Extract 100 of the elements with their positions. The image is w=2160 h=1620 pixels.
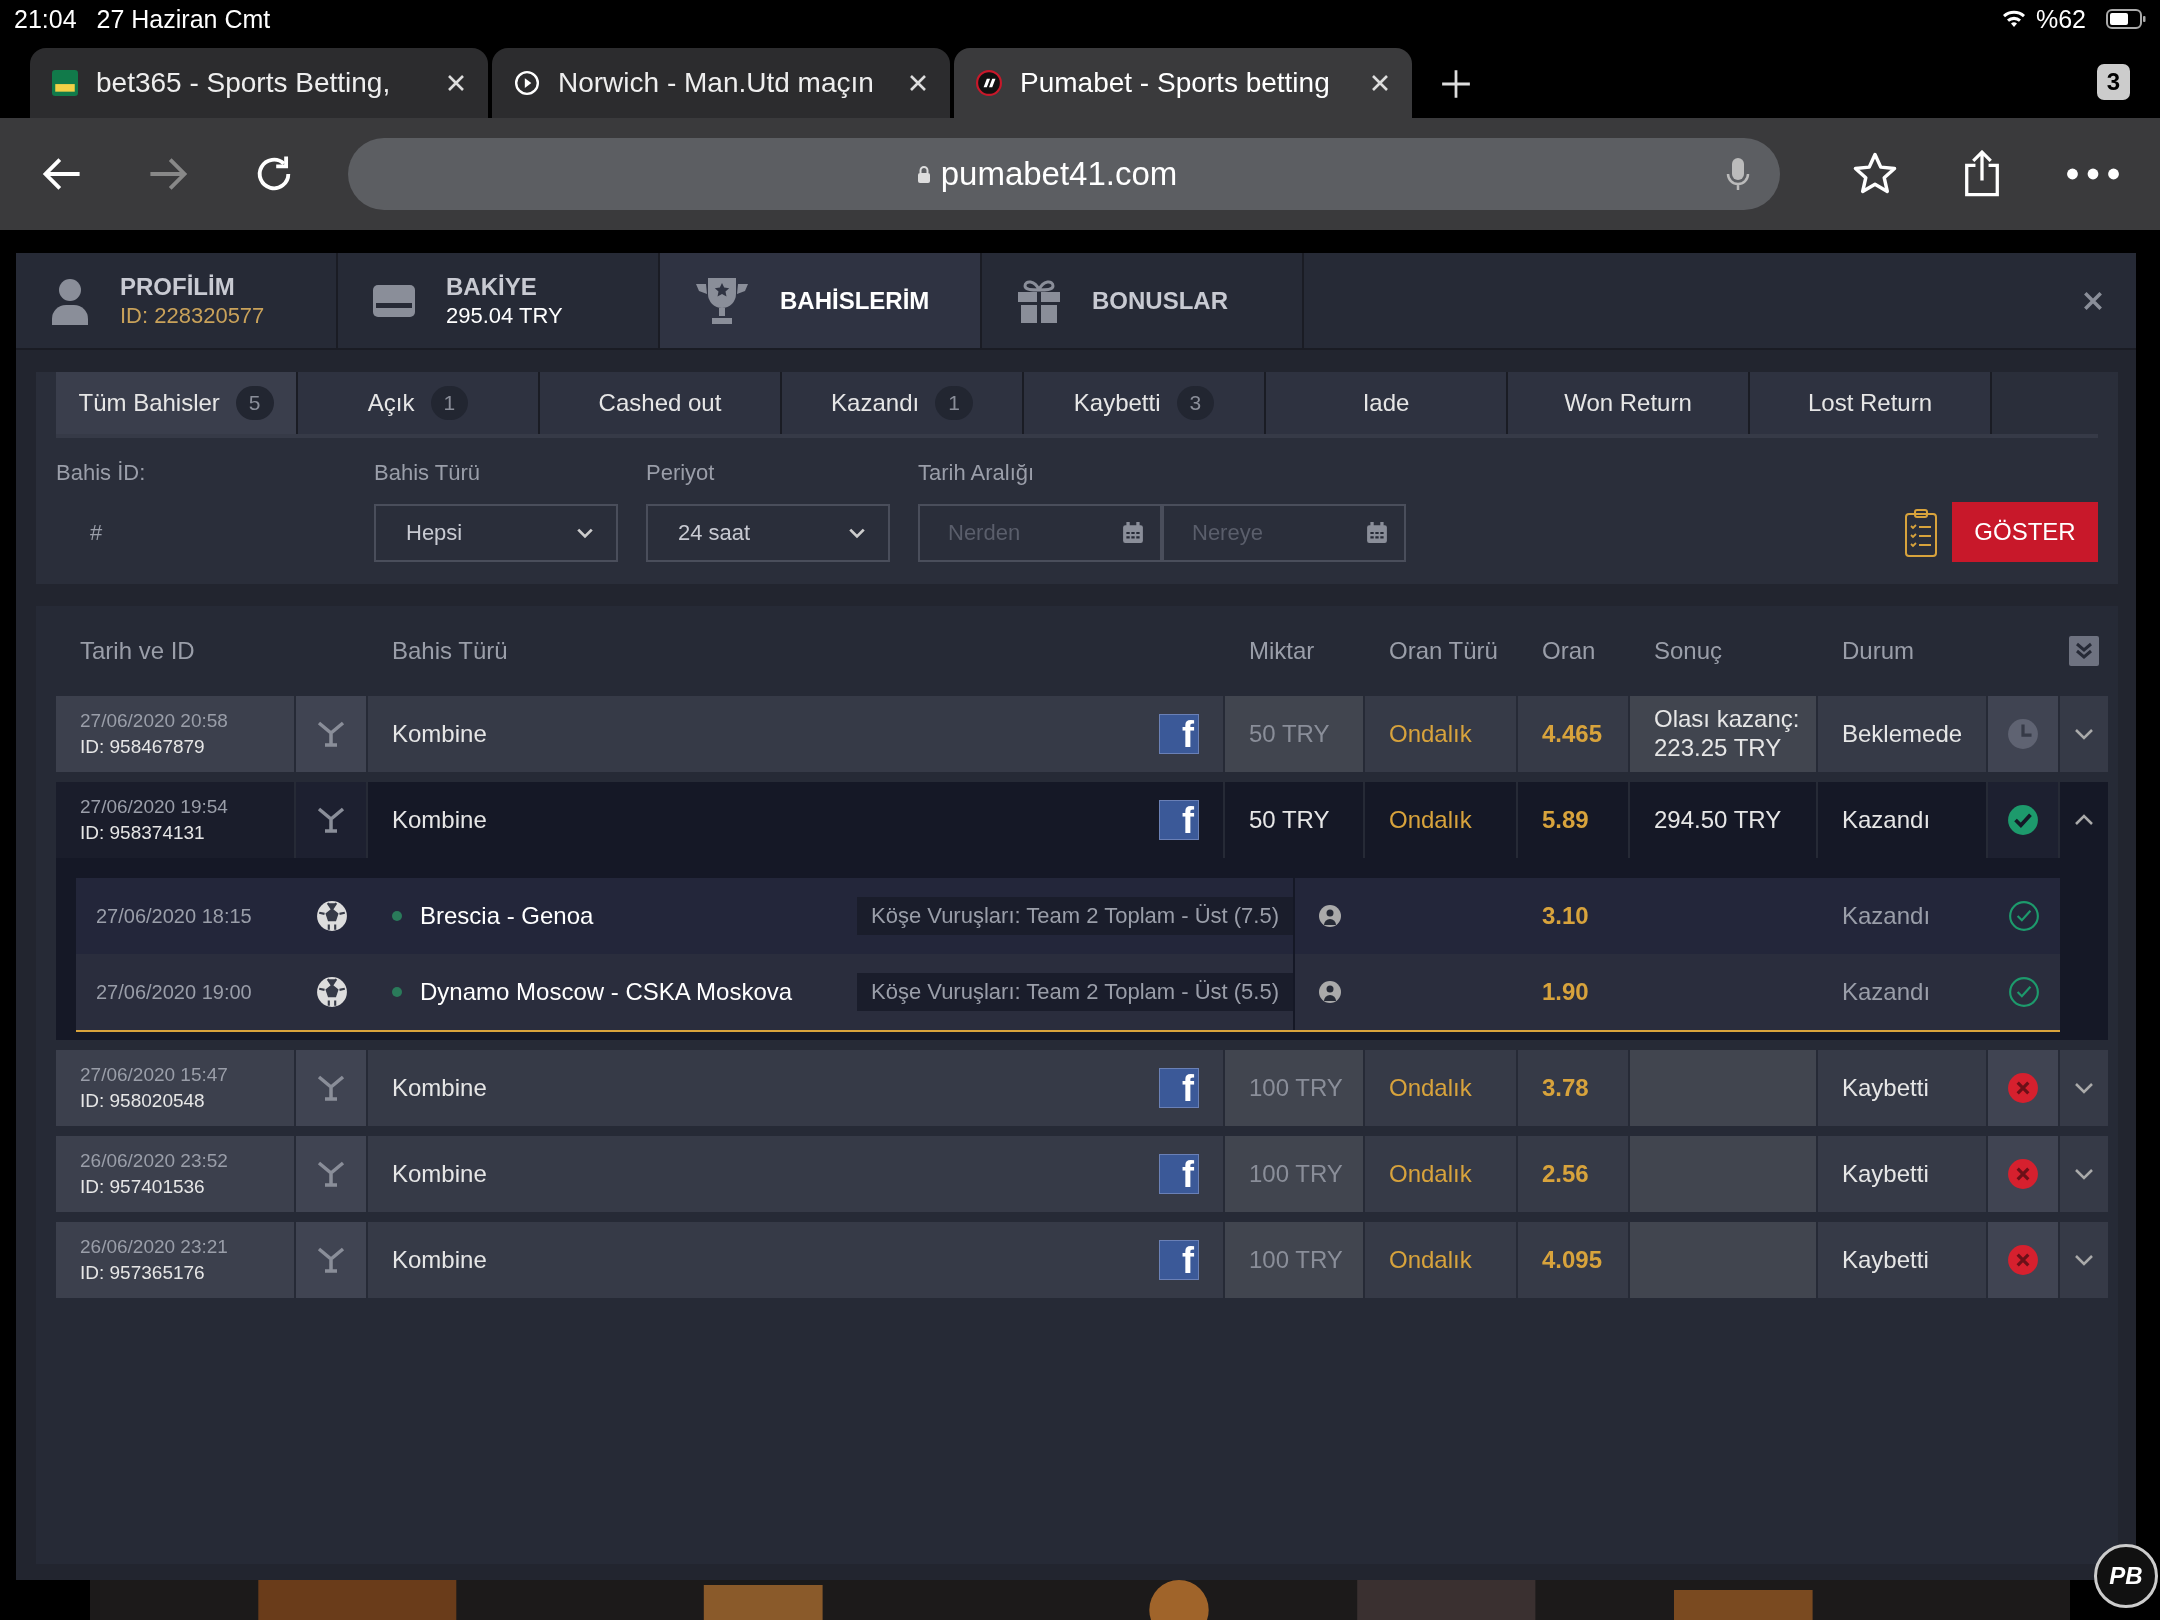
combo-icon — [316, 1073, 346, 1103]
column-header: Miktar — [1248, 637, 1316, 665]
column-header: Sonuç — [1653, 637, 1724, 665]
amount-cell: 100 TRY — [1225, 1222, 1365, 1298]
filter-tab[interactable]: Won Return — [1508, 372, 1750, 434]
date-id-cell: 27/06/2020 20:58 ID: 958467879 — [56, 696, 296, 772]
chevron-down-icon[interactable] — [2074, 728, 2094, 740]
date-id-cell: 26/06/2020 23:52 ID: 957401536 — [56, 1136, 296, 1212]
filter-tab[interactable]: Iade — [1266, 372, 1508, 434]
chevron-down-icon[interactable] — [2074, 1254, 2094, 1266]
battery-percent: %62 — [2035, 4, 2086, 34]
more-icon[interactable] — [2066, 167, 2120, 181]
filter-tab[interactable]: Lost Return — [1750, 372, 1992, 434]
cross-circle-icon — [2007, 1244, 2039, 1276]
match-name: Dynamo Moscow - CSKA Moskova — [420, 978, 793, 1006]
wallet-icon — [372, 282, 416, 319]
column-header: Bahis Türü — [391, 637, 509, 665]
combo-icon — [316, 1159, 346, 1189]
combo-icon — [316, 805, 346, 835]
filter-tab[interactable]: Kaybetti 3 — [1024, 372, 1266, 434]
account-tab[interactable]: PROFİLİM ID: 228320577 — [16, 253, 338, 348]
chevron-down-icon[interactable] — [2074, 1168, 2094, 1180]
odds-type-cell: Ondalık — [1365, 1050, 1518, 1126]
share-button[interactable]: f — [1159, 1068, 1199, 1108]
browser-tab[interactable]: Norwich - Man.Utd maçın — [492, 48, 950, 118]
chevron-down-icon — [576, 527, 594, 539]
clock-time: 21:04 — [14, 4, 77, 34]
account-tab[interactable]: BONUSLAR — [982, 253, 1304, 348]
close-icon[interactable] — [446, 73, 466, 93]
play-icon — [514, 70, 540, 96]
lock-icon — [916, 165, 931, 183]
result-cell: Olası kazanç: 223.25 TRY — [1630, 696, 1818, 772]
chevron-down-icon — [848, 527, 866, 539]
period-dropdown[interactable]: 24 saat — [646, 504, 890, 562]
tab-count[interactable]: 3 — [2096, 64, 2130, 100]
bet-type-text: Kombine — [392, 1246, 487, 1274]
filter-tab[interactable]: Tüm Bahisler 5 — [56, 372, 298, 434]
circle-logo-icon — [976, 70, 1002, 96]
bet-id-field[interactable]: # — [56, 504, 346, 562]
market-label: Köşe Vuruşları: Team 2 Toplam - Üst (7.5) — [857, 897, 1293, 935]
check-circle-icon — [2008, 900, 2040, 932]
close-icon[interactable] — [1370, 73, 1390, 93]
address-bar[interactable]: pumabet41.com — [348, 138, 1780, 210]
cross-circle-icon — [2007, 1072, 2039, 1104]
bet-type-text: Kombine — [392, 806, 487, 834]
account-tab[interactable]: BAHİSLERİM — [660, 253, 982, 348]
soccer-ball-icon — [316, 900, 348, 932]
close-icon[interactable] — [908, 73, 928, 93]
filter-tab[interactable]: Cashed out — [540, 372, 782, 434]
chevron-up-icon[interactable] — [2074, 814, 2094, 826]
share-button[interactable]: f — [1159, 1154, 1199, 1194]
collapse-all-button[interactable] — [2069, 636, 2099, 666]
clock-icon — [2007, 718, 2039, 750]
odds-cell-text: 1.90 — [1541, 977, 1590, 1007]
info-icon[interactable] — [1318, 980, 1342, 1004]
odds-cell-text: 3.10 — [1541, 901, 1590, 931]
battery-icon — [2106, 9, 2146, 29]
calendar-icon — [1122, 522, 1144, 544]
browser-tab[interactable]: bet365 - Sports Betting, — [30, 48, 488, 118]
column-header: Durum — [1841, 637, 1915, 665]
chevron-down-icon[interactable] — [2074, 1082, 2094, 1094]
close-icon[interactable] — [2082, 289, 2104, 312]
calendar-icon — [1366, 522, 1388, 544]
share-button[interactable]: f — [1159, 800, 1199, 840]
share-button[interactable]: f — [1159, 714, 1199, 754]
check-circle-icon — [2008, 976, 2040, 1008]
cross-circle-icon — [2007, 1158, 2039, 1190]
date-id-cell: 27/06/2020 19:54 ID: 958374131 — [56, 782, 296, 858]
field-label: Tarih Aralığı — [918, 460, 1036, 486]
status-cell-text: Kazandı — [1841, 901, 1932, 931]
new-tab-icon[interactable] — [1440, 68, 1472, 100]
info-icon[interactable] — [1318, 904, 1342, 928]
support-chat-button[interactable]: PB — [2094, 1544, 2158, 1608]
date-cell-text: 27/06/2020 18:15 — [95, 903, 253, 929]
odds-type-cell: Ondalık — [1365, 1222, 1518, 1298]
market-label: Köşe Vuruşları: Team 2 Toplam - Üst (5.5) — [857, 973, 1293, 1011]
odds-type-cell: Ondalık — [1365, 1136, 1518, 1212]
combo-icon — [316, 719, 346, 749]
bet-type-dropdown[interactable]: Hepsi — [374, 504, 618, 562]
amount-cell: 50 TRY — [1225, 696, 1365, 772]
combo-icon — [316, 1245, 346, 1275]
trophy-icon — [694, 275, 750, 326]
browser-tab[interactable]: Pumabet - Sports betting — [954, 48, 1412, 118]
column-header: Oran — [1541, 637, 1597, 665]
check-circle-icon — [2007, 804, 2039, 836]
field-label: Bahis İD: — [56, 460, 147, 486]
status-dot — [392, 987, 402, 997]
share-button[interactable]: f — [1159, 1240, 1199, 1280]
status-cell-text: Kazandı — [1841, 977, 1932, 1007]
wifi-icon — [2001, 10, 2026, 28]
bet-type-text: Kombine — [392, 1160, 487, 1188]
field-label: Bahis Türü — [374, 460, 481, 486]
microphone-icon[interactable] — [1726, 156, 1750, 192]
date-id-cell: 26/06/2020 23:21 ID: 957365176 — [56, 1222, 296, 1298]
show-button[interactable]: GÖSTER — [1952, 502, 2098, 562]
square-logo-icon — [52, 70, 78, 96]
clipboard-icon[interactable] — [1904, 508, 1938, 558]
filter-tab[interactable]: Kazandı 1 — [782, 372, 1024, 434]
column-header: Oran Türü — [1388, 637, 1499, 665]
filter-tab[interactable]: Açık 1 — [298, 372, 540, 434]
